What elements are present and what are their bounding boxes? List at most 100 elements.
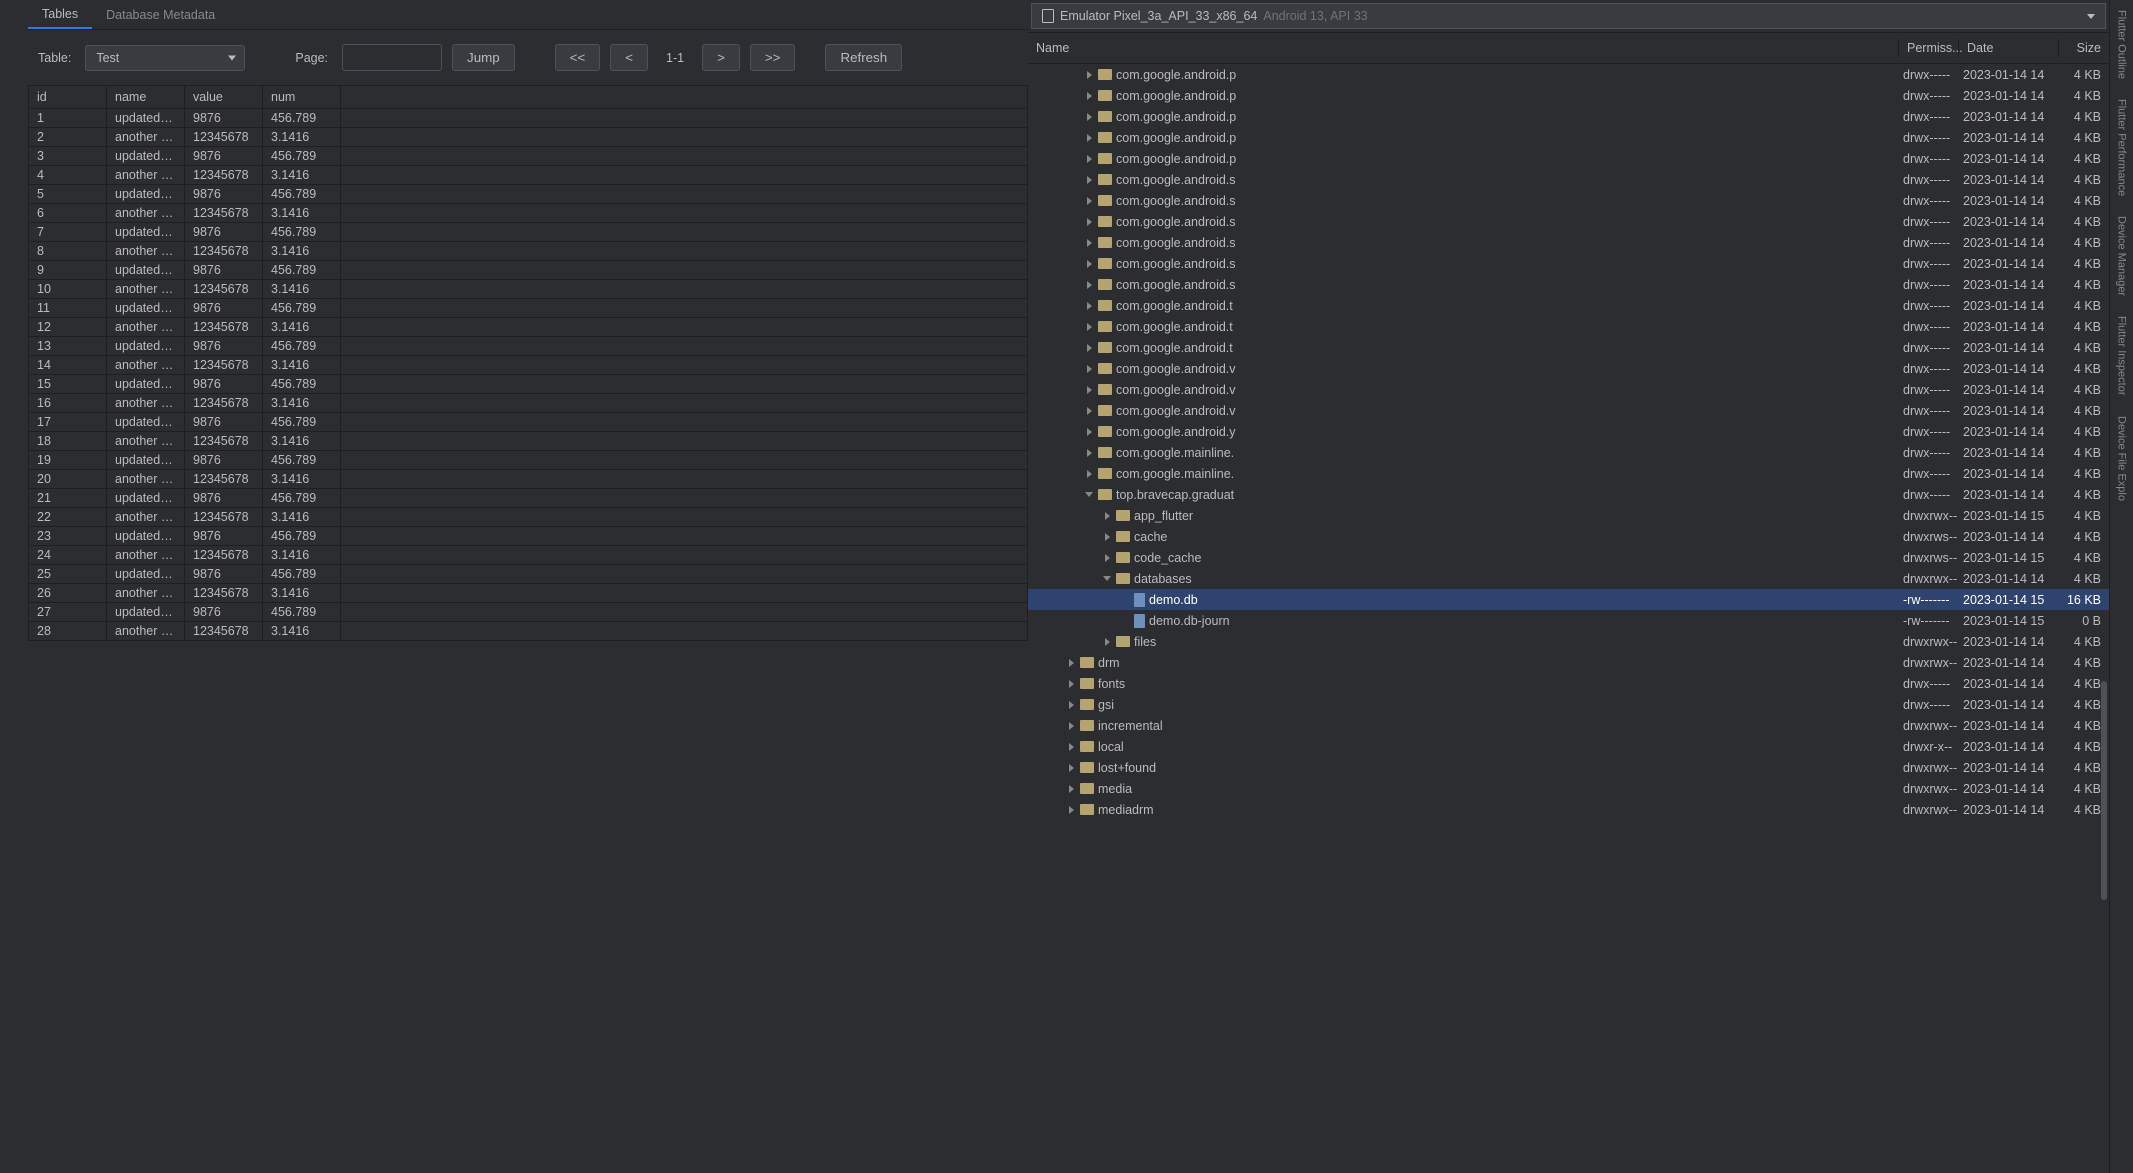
- chevron-right-icon[interactable]: [1066, 742, 1076, 752]
- cell-value[interactable]: 12345678: [185, 584, 263, 603]
- cell-id[interactable]: 15: [29, 375, 107, 394]
- cell-id[interactable]: 25: [29, 565, 107, 584]
- chevron-right-icon[interactable]: [1084, 238, 1094, 248]
- chevron-right-icon[interactable]: [1102, 553, 1112, 563]
- tree-row[interactable]: gsidrwx-----2023-01-14 144 KB: [1028, 694, 2109, 715]
- cell-num[interactable]: 456.789: [263, 299, 341, 318]
- cell-id[interactable]: 17: [29, 413, 107, 432]
- cell-value[interactable]: 9876: [185, 261, 263, 280]
- table-row[interactable]: 7updated n...9876456.789: [29, 223, 1028, 242]
- cell-name[interactable]: updated n...: [107, 299, 185, 318]
- cell-name[interactable]: another n...: [107, 432, 185, 451]
- table-row[interactable]: 11updated n...9876456.789: [29, 299, 1028, 318]
- cell-num[interactable]: 3.1416: [263, 318, 341, 337]
- cell-name[interactable]: updated n...: [107, 375, 185, 394]
- table-row[interactable]: 4another n...123456783.1416: [29, 166, 1028, 185]
- chevron-right-icon[interactable]: [1066, 721, 1076, 731]
- table-row[interactable]: 19updated n...9876456.789: [29, 451, 1028, 470]
- cell-id[interactable]: 10: [29, 280, 107, 299]
- cell-value[interactable]: 9876: [185, 337, 263, 356]
- cell-name[interactable]: another n...: [107, 318, 185, 337]
- chevron-right-icon[interactable]: [1084, 112, 1094, 122]
- col-header-name[interactable]: name: [107, 86, 185, 109]
- cell-id[interactable]: 20: [29, 470, 107, 489]
- tree-row[interactable]: com.google.android.vdrwx-----2023-01-14 …: [1028, 400, 2109, 421]
- cell-value[interactable]: 12345678: [185, 508, 263, 527]
- cell-id[interactable]: 6: [29, 204, 107, 223]
- cell-name[interactable]: another n...: [107, 280, 185, 299]
- cell-num[interactable]: 456.789: [263, 223, 341, 242]
- cell-name[interactable]: updated n...: [107, 147, 185, 166]
- cell-value[interactable]: 9876: [185, 489, 263, 508]
- table-row[interactable]: 15updated n...9876456.789: [29, 375, 1028, 394]
- cell-num[interactable]: 456.789: [263, 527, 341, 546]
- cell-id[interactable]: 18: [29, 432, 107, 451]
- cell-id[interactable]: 23: [29, 527, 107, 546]
- tree-col-permissions[interactable]: Permiss...: [1899, 39, 1959, 57]
- cell-num[interactable]: 3.1416: [263, 280, 341, 299]
- cell-name[interactable]: updated n...: [107, 109, 185, 128]
- cell-value[interactable]: 12345678: [185, 280, 263, 299]
- tree-row[interactable]: com.google.android.sdrwx-----2023-01-14 …: [1028, 169, 2109, 190]
- tree-row[interactable]: com.google.android.pdrwx-----2023-01-14 …: [1028, 106, 2109, 127]
- tree-col-name[interactable]: Name: [1028, 39, 1899, 57]
- last-page-button[interactable]: >>: [750, 44, 796, 71]
- col-header-num[interactable]: num: [263, 86, 341, 109]
- cell-name[interactable]: updated n...: [107, 337, 185, 356]
- cell-name[interactable]: another n...: [107, 128, 185, 147]
- cell-id[interactable]: 24: [29, 546, 107, 565]
- tree-row[interactable]: lost+founddrwxrwx--2023-01-14 144 KB: [1028, 757, 2109, 778]
- chevron-right-icon[interactable]: [1102, 511, 1112, 521]
- cell-num[interactable]: 3.1416: [263, 622, 341, 641]
- cell-value[interactable]: 9876: [185, 451, 263, 470]
- cell-name[interactable]: another n...: [107, 622, 185, 641]
- cell-name[interactable]: updated n...: [107, 261, 185, 280]
- table-row[interactable]: 22another n...123456783.1416: [29, 508, 1028, 527]
- table-row[interactable]: 5updated n...9876456.789: [29, 185, 1028, 204]
- cell-name[interactable]: updated n...: [107, 489, 185, 508]
- chevron-right-icon[interactable]: [1066, 658, 1076, 668]
- table-row[interactable]: 17updated n...9876456.789: [29, 413, 1028, 432]
- table-row[interactable]: 8another n...123456783.1416: [29, 242, 1028, 261]
- tree-row[interactable]: com.google.mainline.drwx-----2023-01-14 …: [1028, 463, 2109, 484]
- cell-id[interactable]: 9: [29, 261, 107, 280]
- chevron-right-icon[interactable]: [1066, 763, 1076, 773]
- table-row[interactable]: 27updated n...9876456.789: [29, 603, 1028, 622]
- chevron-right-icon[interactable]: [1084, 154, 1094, 164]
- cell-value[interactable]: 9876: [185, 375, 263, 394]
- cell-name[interactable]: another n...: [107, 470, 185, 489]
- cell-num[interactable]: 456.789: [263, 261, 341, 280]
- chevron-right-icon[interactable]: [1066, 700, 1076, 710]
- tree-col-date[interactable]: Date: [1959, 39, 2059, 57]
- table-row[interactable]: 16another n...123456783.1416: [29, 394, 1028, 413]
- cell-value[interactable]: 12345678: [185, 128, 263, 147]
- cell-id[interactable]: 3: [29, 147, 107, 166]
- cell-id[interactable]: 12: [29, 318, 107, 337]
- cell-num[interactable]: 456.789: [263, 489, 341, 508]
- tab-database-metadata[interactable]: Database Metadata: [92, 0, 229, 29]
- cell-name[interactable]: another n...: [107, 204, 185, 223]
- tree-row[interactable]: com.google.android.pdrwx-----2023-01-14 …: [1028, 85, 2109, 106]
- tree-row[interactable]: com.google.android.sdrwx-----2023-01-14 …: [1028, 232, 2109, 253]
- cell-num[interactable]: 3.1416: [263, 394, 341, 413]
- table-row[interactable]: 6another n...123456783.1416: [29, 204, 1028, 223]
- cell-name[interactable]: another n...: [107, 546, 185, 565]
- table-row[interactable]: 25updated n...9876456.789: [29, 565, 1028, 584]
- tool-device-manager[interactable]: Device Manager: [2116, 206, 2128, 306]
- table-row[interactable]: 14another n...123456783.1416: [29, 356, 1028, 375]
- cell-value[interactable]: 12345678: [185, 432, 263, 451]
- cell-value[interactable]: 9876: [185, 603, 263, 622]
- tree-row[interactable]: com.google.android.sdrwx-----2023-01-14 …: [1028, 274, 2109, 295]
- cell-num[interactable]: 3.1416: [263, 242, 341, 261]
- cell-num[interactable]: 3.1416: [263, 470, 341, 489]
- tree-row[interactable]: com.google.android.sdrwx-----2023-01-14 …: [1028, 211, 2109, 232]
- cell-num[interactable]: 456.789: [263, 375, 341, 394]
- chevron-right-icon[interactable]: [1084, 301, 1094, 311]
- cell-value[interactable]: 12345678: [185, 356, 263, 375]
- cell-id[interactable]: 5: [29, 185, 107, 204]
- tool-flutter-performance[interactable]: Flutter Performance: [2116, 89, 2128, 206]
- tree-row[interactable]: mediadrwxrwx--2023-01-14 144 KB: [1028, 778, 2109, 799]
- cell-id[interactable]: 14: [29, 356, 107, 375]
- page-input[interactable]: [342, 44, 442, 71]
- cell-name[interactable]: another n...: [107, 508, 185, 527]
